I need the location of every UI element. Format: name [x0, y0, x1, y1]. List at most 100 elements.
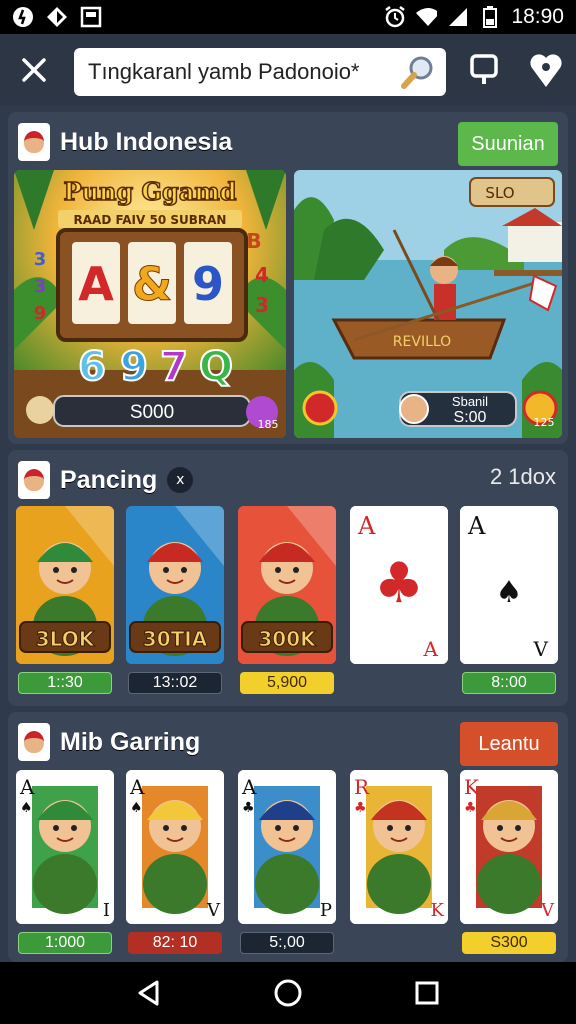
hero-game-card[interactable]: 300K	[238, 506, 336, 664]
mib-panel: Mib Garring Leantu A ♠ I 1:000 A ♠ V 82: 10 A ♣ P 5…	[8, 712, 568, 962]
character-card[interactable]: A ♠ I	[16, 770, 114, 924]
hero-label: 30TIA	[143, 627, 208, 651]
close-badge-icon[interactable]: x	[167, 467, 194, 493]
slot-game-banner[interactable]: A & 9 Pung Ggamd RAAD FAIV 50 SUBRAN 3 3…	[14, 170, 286, 438]
screenshot-notification-icon	[80, 6, 102, 28]
recents-icon	[415, 981, 439, 1005]
hero-label: 3LOK	[36, 627, 96, 651]
battery-icon	[479, 6, 501, 28]
card-suit: ♣	[242, 800, 255, 816]
app-notification-icon	[12, 6, 34, 28]
hero-label: 300K	[258, 627, 317, 651]
card-rank: A	[467, 512, 486, 540]
card-rank: A	[241, 775, 257, 799]
reel-1: A	[78, 257, 114, 311]
fishing-score-value: S:00	[454, 409, 487, 426]
fishing-sign: SLO	[485, 184, 514, 202]
card-tag: 5,900	[240, 672, 334, 694]
panel-title: Hub Indonesia	[60, 127, 233, 156]
card-corner: V	[533, 637, 549, 661]
clock: 18:90	[511, 5, 564, 28]
pancing-panel: Pancing x 2 1dox 3LOK 1::30 30TIA 13::02 300…	[8, 450, 568, 706]
slot-amount: S000	[130, 402, 174, 423]
card-corner: A	[423, 637, 439, 661]
playing-card[interactable]: A ♣ A	[350, 506, 448, 664]
recents-button[interactable]	[403, 969, 451, 1017]
card-suit: ♣	[354, 800, 367, 816]
back-button[interactable]	[125, 969, 173, 1017]
symbol-4: Q	[199, 344, 233, 390]
boat-label: REVILLO	[393, 334, 451, 350]
home-icon	[274, 979, 302, 1007]
reel-3: 9	[192, 257, 224, 311]
side-right-1: B	[246, 229, 261, 253]
message-icon	[470, 54, 498, 84]
status-bar: 18:90	[0, 0, 576, 34]
hub-logo	[18, 123, 50, 161]
character-card[interactable]: R ♣ K	[350, 770, 448, 924]
wifi-icon	[415, 6, 438, 28]
card-rank: A	[357, 512, 376, 540]
playing-card[interactable]: A ♠ V	[460, 506, 558, 664]
card-tag: S300	[462, 932, 556, 954]
mib-logo	[18, 723, 50, 761]
search-input[interactable]: Tıngkaranl yamb Padonoio*	[88, 59, 400, 85]
alarm-icon	[383, 6, 406, 28]
card-suit: ♠	[20, 800, 33, 816]
card-corner: K	[431, 900, 445, 921]
card-corner: V	[206, 900, 221, 921]
card-tag: 1::30	[18, 672, 112, 694]
panel-title: Pancing	[60, 465, 158, 494]
close-icon	[22, 58, 46, 82]
search-icon[interactable]	[400, 54, 436, 90]
navigation-bar	[0, 962, 576, 1024]
fishing-badge: 125	[534, 416, 555, 429]
card-tag: 8::00	[462, 672, 556, 694]
heart-pin-icon	[530, 54, 562, 87]
side-right-2: 4	[255, 263, 269, 287]
hero-game-card[interactable]: 3LOK	[16, 506, 114, 664]
character-card[interactable]: K ♣ V	[460, 770, 558, 924]
hero-game-card[interactable]: 30TIA	[126, 506, 224, 664]
card-suit: ♠	[130, 800, 143, 816]
search-field[interactable]: Tıngkaranl yamb Padonoio*	[74, 48, 446, 96]
side-left-2: 3	[34, 276, 47, 297]
card-tag: 5:,00	[240, 932, 334, 954]
slot-badge: 185	[258, 418, 279, 431]
card-rank: A	[129, 775, 145, 799]
favorites-button[interactable]	[524, 48, 568, 92]
card-suit: ♣	[374, 551, 424, 616]
symbol-3: 7	[160, 344, 188, 390]
signal-icon	[447, 6, 469, 28]
card-rank: R	[354, 775, 370, 799]
card-corner: V	[540, 900, 555, 921]
hub-panel: Hub Indonesia Suunian A & 9 Pung Ggamd R…	[8, 112, 568, 444]
character-card[interactable]: A ♠ V	[126, 770, 224, 924]
back-icon	[138, 980, 159, 1006]
symbol-1: 6	[78, 344, 106, 390]
chat-button[interactable]	[462, 48, 506, 92]
slot-title: Pung Ggamd	[63, 177, 236, 206]
side-right-3: 3	[255, 293, 269, 317]
side-left-1: 3	[34, 249, 47, 270]
card-corner: I	[103, 900, 110, 921]
fishing-game-banner[interactable]: SLO REVILLO Sbanil S:00 125	[294, 170, 562, 438]
character-card[interactable]: A ♣ P	[238, 770, 336, 924]
home-button[interactable]	[264, 969, 312, 1017]
card-tag: 13::02	[128, 672, 222, 694]
card-tag: 82: 10	[128, 932, 222, 954]
close-button[interactable]	[8, 44, 60, 96]
reel-2: &	[132, 257, 172, 311]
pancing-logo	[18, 461, 50, 499]
card-corner: P	[320, 900, 332, 921]
symbol-2: 9	[120, 344, 148, 390]
slot-subtitle: RAAD FAIV 50 SUBRAN	[74, 213, 227, 227]
panel-title: Mib Garring	[60, 727, 201, 756]
diamond-notification-icon	[46, 6, 68, 28]
card-tag: 1:000	[18, 932, 112, 954]
fishing-score-label: Sbanil	[452, 394, 488, 409]
side-left-3: 9	[34, 303, 47, 324]
hub-action-button[interactable]: Suunian	[458, 122, 558, 166]
mib-action-button[interactable]: Leantu	[460, 722, 558, 766]
card-suit: ♠	[496, 575, 523, 610]
